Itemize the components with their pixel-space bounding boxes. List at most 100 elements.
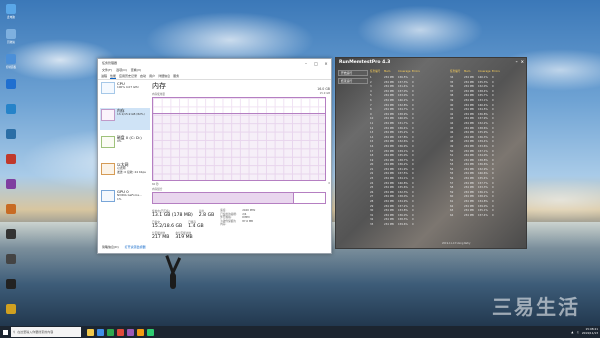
memory-details: 速度: 2400 MHz 已使用的插槽: 2/4 外形规格: DIMM 为硬件保留的内存: 8… xyxy=(220,209,255,242)
perf-item-disk[interactable]: 磁盘 0 (C: D:) 0% xyxy=(100,135,150,157)
memtest-button[interactable]: 开始运行 xyxy=(338,70,368,76)
composition-used xyxy=(153,193,295,203)
desktop-shortcut[interactable] xyxy=(2,304,20,326)
memory-detail-value: 87.6 MB xyxy=(242,219,253,223)
header-errors: Errors xyxy=(412,70,420,73)
desktop-shortcut[interactable] xyxy=(2,279,20,301)
taskbar-app-icon[interactable] xyxy=(117,328,124,336)
perf-item-mem[interactable]: 内存 13.1/15.9 GB (82%) xyxy=(100,108,150,130)
memory-usage-graph xyxy=(152,97,326,181)
perf-item-text: 内存 13.1/15.9 GB (82%) xyxy=(117,108,145,129)
tab[interactable]: 启动 xyxy=(140,74,146,78)
close-icon[interactable]: × xyxy=(321,59,331,67)
app-icon xyxy=(6,54,16,64)
taskbar-search[interactable]: ⚲ 在这里输入你要搜索的内容 xyxy=(11,327,81,337)
taskbar-app-icon[interactable] xyxy=(137,328,144,336)
maximize-icon[interactable]: □ xyxy=(311,59,321,67)
taskbar-app-icon[interactable] xyxy=(87,328,94,336)
perf-item-detail: 13.1/15.9 GB (82%) xyxy=(117,112,145,117)
fewer-details-button[interactable]: 简略信息(D) xyxy=(102,245,119,249)
app-icon xyxy=(6,79,16,89)
memtest-cell: 234 MB xyxy=(464,213,474,217)
graph-duration: 60 秒 xyxy=(152,183,159,186)
memory-heading: 内存 xyxy=(152,82,166,90)
perf-sidebar: CPU 100% 4.07 GHz 内存 13.1/15.9 GB (82%) 磁盘 0… xyxy=(100,81,150,251)
tab[interactable]: 性能 xyxy=(110,74,117,79)
desktop-shortcut[interactable] xyxy=(2,204,20,226)
desktop-shortcut[interactable] xyxy=(2,79,20,101)
net-graph-thumb xyxy=(101,163,115,175)
mem-graph-thumb xyxy=(101,109,115,121)
perf-item-cpu[interactable]: CPU 100% 4.07 GHz xyxy=(100,81,150,103)
memtest-title-bar[interactable]: RunMemtestPro 4.3 – × xyxy=(336,58,526,67)
close-icon[interactable]: × xyxy=(521,59,524,64)
windows-icon xyxy=(2,329,8,335)
task-manager-window[interactable]: 任务管理器 – □ × 文件(F) 选项(O) 查看(V) 进程 性能 应用历史记录 启动… xyxy=(97,58,332,254)
graph-zero: 0 xyxy=(328,182,330,185)
desktop-shortcut[interactable]: 回收站 xyxy=(2,29,20,51)
desktop-shortcut[interactable] xyxy=(2,129,20,151)
volume-icon[interactable]: ♫ xyxy=(576,330,579,334)
header-mem: Mem xyxy=(384,70,391,73)
header-errors: Errors xyxy=(492,70,500,73)
taskbar-app-icon[interactable] xyxy=(97,328,104,336)
network-icon[interactable]: ▲ xyxy=(571,330,573,334)
start-button[interactable] xyxy=(0,326,10,338)
minimize-icon[interactable]: – xyxy=(516,59,518,64)
tab-bar: 进程 性能 应用历史记录 启动 用户 详细信息 服务 xyxy=(98,73,331,80)
app-icon xyxy=(6,279,16,289)
desktop-shortcut[interactable]: 此电脑 xyxy=(2,4,20,26)
minimize-icon[interactable]: – xyxy=(301,59,311,67)
menu-item[interactable]: 文件(F) xyxy=(102,68,112,72)
search-placeholder: 在这里输入你要搜索的内容 xyxy=(17,330,54,334)
memtest-row: 33 234 MB 159.6% 0 xyxy=(370,223,438,228)
perf-item-net[interactable]: 以太网 以太网 发送: 0 接收: 24 Kbps xyxy=(100,162,150,184)
desktop-shortcut-label: 回收站 xyxy=(7,41,15,44)
memtest-cell: 33 xyxy=(370,223,374,226)
clock[interactable]: 15:08:21 2019/11/13 xyxy=(582,328,598,335)
app-icon xyxy=(6,229,16,239)
header-mem: Mem xyxy=(464,70,471,73)
header-coverage: Coverage xyxy=(478,70,491,73)
tab[interactable]: 详细信息 xyxy=(158,74,170,78)
memory-composition-bar xyxy=(152,192,326,204)
desktop-shortcut[interactable] xyxy=(2,254,20,276)
memory-detail-key: 为硬件保留的内存: xyxy=(220,219,236,227)
taskbar-app-icon[interactable] xyxy=(127,328,134,336)
tab[interactable]: 进程 xyxy=(101,74,107,78)
tab[interactable]: 用户 xyxy=(149,74,155,78)
tab[interactable]: 服务 xyxy=(173,74,179,78)
perf-item-text: GPU 0 NVIDIA GeForce... 1% xyxy=(117,189,142,210)
memtest-status: 2019-11-13 Using Retry xyxy=(442,242,471,245)
desktop-shortcut[interactable] xyxy=(2,154,20,176)
taskbar-app-icon[interactable] xyxy=(147,328,154,336)
composition-label: 内存组合 xyxy=(152,188,163,191)
perf-item-detail: 发送: 0 接收: 24 Kbps xyxy=(117,169,146,174)
app-icon xyxy=(6,304,16,314)
desktop-shortcut[interactable] xyxy=(2,229,20,251)
perf-item-gpu[interactable]: GPU 0 NVIDIA GeForce... 1% xyxy=(100,189,150,211)
title-bar[interactable]: 任务管理器 – □ × xyxy=(98,59,331,67)
open-resource-monitor-link[interactable]: 打开资源监视器 xyxy=(125,245,146,249)
memtest-button[interactable]: 结束运行 xyxy=(338,78,368,84)
desktop-shortcut[interactable] xyxy=(2,179,20,201)
app-icon xyxy=(6,4,16,14)
graph-max: 15.9 GB xyxy=(319,92,330,95)
menu-item[interactable]: 查看(V) xyxy=(131,68,141,72)
memtest-row: 64 234 MB 157.4% 0 xyxy=(450,214,524,219)
memtest-window[interactable]: RunMemtestPro 4.3 – × 开始运行 结束运行 任务编号 Mem … xyxy=(335,57,527,249)
gpu-graph-thumb xyxy=(101,190,115,202)
desktop-shortcut[interactable] xyxy=(2,104,20,126)
memtest-cell: 0 xyxy=(412,223,414,226)
memtest-title: RunMemtestPro 4.3 xyxy=(339,60,391,65)
memtest-table-left: 1 234 MB 156.5% 0 2 234 MB 157.3% 0 3 234 MB 151.4… xyxy=(370,76,438,228)
menu-item[interactable]: 选项(O) xyxy=(116,68,127,72)
header-task: 任务编号 xyxy=(370,70,381,73)
memory-detail-row: 为硬件保留的内存: 87.6 MB xyxy=(220,220,255,227)
desktop-shortcut[interactable]: 控制面板 xyxy=(2,54,20,76)
desktop-shortcut-label: 此电脑 xyxy=(7,16,15,19)
taskbar-app-icon[interactable] xyxy=(107,328,114,336)
watermark: 三易生活 xyxy=(492,295,580,319)
tab[interactable]: 应用历史记录 xyxy=(119,74,137,78)
perf-item-detail: 1% xyxy=(117,196,122,201)
